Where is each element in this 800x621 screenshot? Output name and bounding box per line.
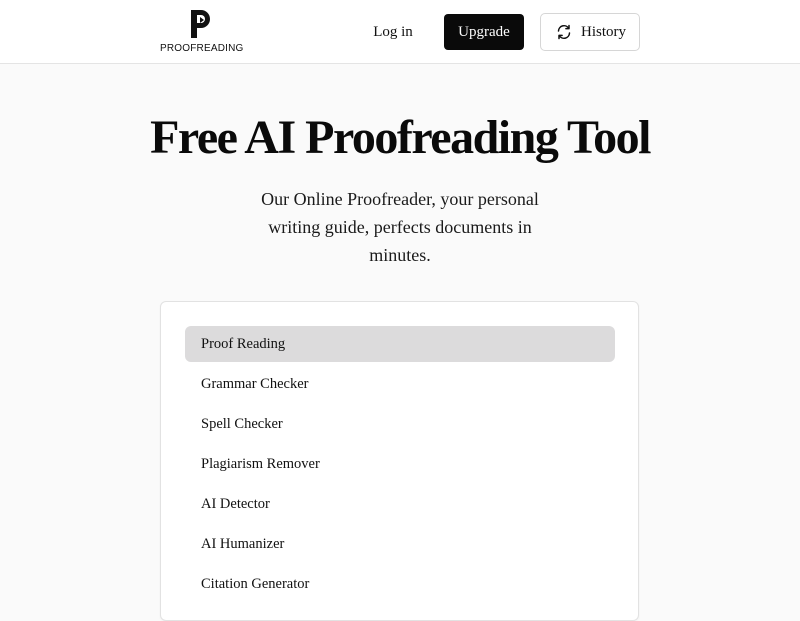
tool-item-plagiarism-remover[interactable]: Plagiarism Remover: [185, 446, 615, 482]
tool-item-grammar-checker[interactable]: Grammar Checker: [185, 366, 615, 402]
tool-item-citation-generator[interactable]: Citation Generator: [185, 566, 615, 602]
history-label: History: [581, 24, 626, 40]
tool-item-ai-humanizer[interactable]: AI Humanizer: [185, 526, 615, 562]
page-title: Free AI Proofreading Tool: [150, 111, 651, 164]
tool-item-proof-reading[interactable]: Proof Reading: [185, 326, 615, 362]
login-button[interactable]: Log in: [360, 14, 426, 50]
top-navigation-bar: PROOFREADING Log in Upgrade History: [0, 0, 800, 64]
tool-item-ai-detector[interactable]: AI Detector: [185, 486, 615, 522]
tool-selector-card: Proof Reading Grammar Checker Spell Chec…: [160, 301, 639, 621]
upgrade-button[interactable]: Upgrade: [444, 14, 524, 50]
logo-wordmark: PROOFREADING: [160, 43, 244, 54]
page-subtitle: Our Online Proofreader, your personal wr…: [261, 189, 539, 265]
refresh-icon: [557, 24, 571, 40]
tool-item-spell-checker[interactable]: Spell Checker: [185, 406, 615, 442]
tool-menu: Proof Reading Grammar Checker Spell Chec…: [185, 326, 615, 606]
logo-p-icon: [191, 10, 210, 38]
brand-logo[interactable]: PROOFREADING: [160, 8, 244, 56]
history-button[interactable]: History: [540, 13, 640, 51]
